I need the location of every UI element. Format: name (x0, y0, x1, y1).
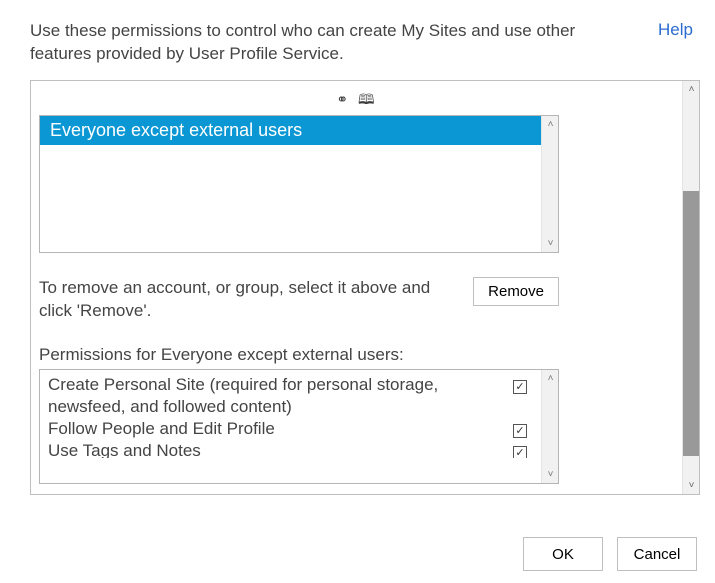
scroll-down-icon[interactable]: ˅ (683, 477, 700, 494)
intro-text: Use these permissions to control who can… (30, 20, 600, 66)
user-item[interactable]: Everyone except external users (40, 116, 541, 145)
permission-checkbox[interactable]: ✓ (513, 380, 527, 394)
permission-item: Create Personal Site (required for perso… (48, 374, 541, 418)
users-listbox[interactable]: Everyone except external users ˄ ˅ (39, 115, 559, 253)
permissions-heading: Permissions for Everyone except external… (39, 345, 672, 365)
scroll-up-icon[interactable]: ˄ (542, 370, 559, 387)
scroll-up-icon[interactable]: ˄ (683, 81, 700, 98)
permission-checkbox[interactable]: ✓ (513, 424, 527, 438)
scroll-down-icon[interactable]: ˅ (542, 466, 559, 483)
remove-instructions: To remove an account, or group, select i… (39, 277, 433, 323)
ok-button[interactable]: OK (523, 537, 603, 571)
permission-checkbox[interactable]: ✓ (513, 446, 527, 458)
people-picker-toolbar: ⚭ 🕮 (39, 89, 672, 113)
dialog-scrollbar[interactable]: ˄ ˅ (682, 81, 699, 494)
permission-item: Use Tags and Notes ✓ (48, 440, 541, 458)
permission-item: Follow People and Edit Profile ✓ (48, 418, 541, 440)
users-scrollbar[interactable]: ˄ ˅ (541, 116, 558, 252)
browse-directory-icon[interactable]: 🕮 (358, 91, 375, 107)
validate-users-icon[interactable]: ⚭ (336, 91, 348, 107)
permission-label: Create Personal Site (required for perso… (48, 374, 503, 418)
permissions-listbox[interactable]: Create Personal Site (required for perso… (39, 369, 559, 484)
help-link[interactable]: Help (658, 20, 693, 40)
scroll-down-icon[interactable]: ˅ (542, 235, 559, 252)
permission-label: Use Tags and Notes (48, 440, 503, 458)
remove-button[interactable]: Remove (473, 277, 559, 306)
permissions-scrollbar[interactable]: ˄ ˅ (541, 370, 558, 483)
scrollbar-thumb[interactable] (683, 191, 699, 456)
cancel-button[interactable]: Cancel (617, 537, 697, 571)
scroll-up-icon[interactable]: ˄ (542, 116, 559, 133)
permission-label: Follow People and Edit Profile (48, 418, 503, 440)
permissions-dialog: ⚭ 🕮 Everyone except external users ˄ ˅ T… (30, 80, 700, 495)
